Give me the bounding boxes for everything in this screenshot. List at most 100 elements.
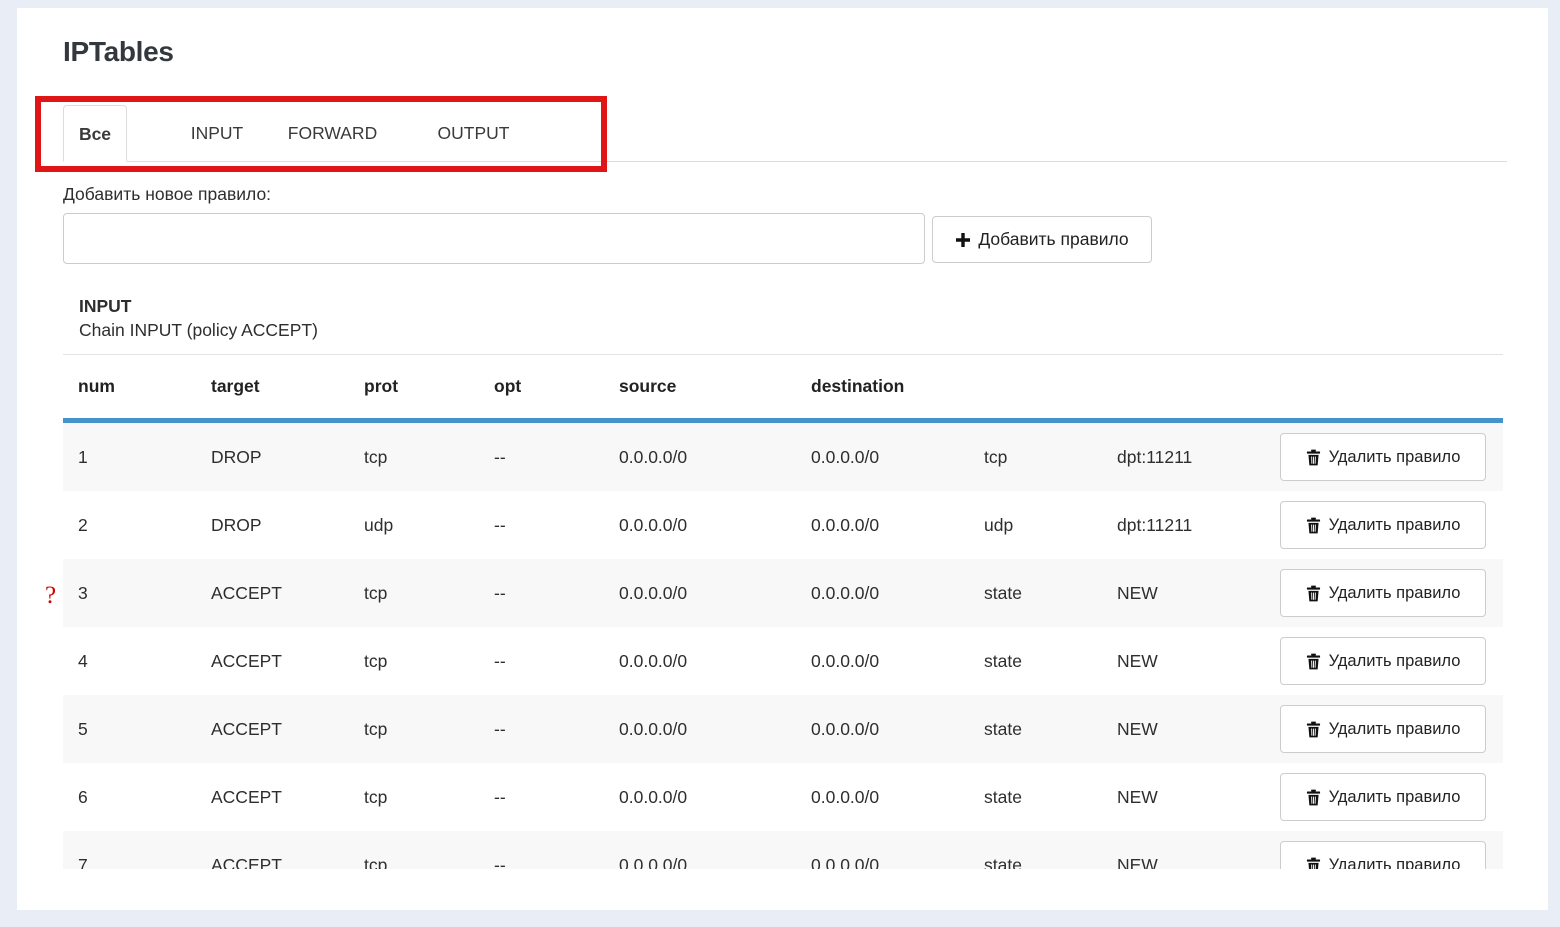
tab-forward[interactable]: FORWARD bbox=[287, 105, 378, 161]
cell-source: 0.0.0.0/0 bbox=[619, 787, 811, 808]
cell-opt: -- bbox=[494, 447, 619, 468]
cell-num: 6 bbox=[78, 787, 211, 808]
cell-num: 2 bbox=[78, 515, 211, 536]
cell-extra1: state bbox=[984, 719, 1117, 740]
new-rule-input[interactable] bbox=[63, 213, 925, 264]
cell-destination: 0.0.0.0/0 bbox=[811, 719, 984, 740]
cell-extra1: tcp bbox=[984, 447, 1117, 468]
iptables-card: IPTables Все INPUT FORWARD OUTPUT ? Доба… bbox=[17, 8, 1548, 910]
add-rule-button[interactable]: Добавить правило bbox=[932, 216, 1152, 263]
cell-target: DROP bbox=[211, 515, 364, 536]
cell-extra1: state bbox=[984, 787, 1117, 808]
table-row: 4 ACCEPT tcp -- 0.0.0.0/0 0.0.0.0/0 stat… bbox=[63, 627, 1503, 695]
cell-opt: -- bbox=[494, 787, 619, 808]
delete-rule-button-label: Удалить правило bbox=[1329, 448, 1461, 467]
cell-num: 5 bbox=[78, 719, 211, 740]
col-header-target: target bbox=[211, 376, 364, 397]
cell-opt: -- bbox=[494, 855, 619, 870]
cell-extra2: NEW bbox=[1117, 855, 1280, 870]
delete-rule-button[interactable]: Удалить правило bbox=[1280, 705, 1486, 753]
chain-policy: Chain INPUT (policy ACCEPT) bbox=[79, 318, 318, 342]
cell-target: ACCEPT bbox=[211, 583, 364, 604]
delete-rule-button[interactable]: Удалить правило bbox=[1280, 841, 1486, 869]
rules-table: num target prot opt source destination 1… bbox=[63, 354, 1503, 869]
cell-source: 0.0.0.0/0 bbox=[619, 447, 811, 468]
page-title: IPTables bbox=[63, 36, 174, 68]
cell-destination: 0.0.0.0/0 bbox=[811, 583, 984, 604]
col-header-destination: destination bbox=[811, 376, 984, 397]
trash-icon bbox=[1306, 857, 1321, 870]
col-header-num: num bbox=[78, 376, 211, 397]
cell-target: ACCEPT bbox=[211, 719, 364, 740]
trash-icon bbox=[1306, 653, 1321, 670]
trash-icon bbox=[1306, 585, 1321, 602]
tab-input[interactable]: INPUT bbox=[170, 105, 264, 161]
col-header-prot: prot bbox=[364, 376, 494, 397]
cell-opt: -- bbox=[494, 515, 619, 536]
chain-heading: INPUT Chain INPUT (policy ACCEPT) bbox=[79, 294, 318, 342]
tab-all[interactable]: Все bbox=[63, 105, 127, 162]
cell-extra2: NEW bbox=[1117, 651, 1280, 672]
cell-prot: udp bbox=[364, 515, 494, 536]
cell-extra1: state bbox=[984, 855, 1117, 870]
table-header-row: num target prot opt source destination bbox=[63, 355, 1503, 418]
cell-extra1: state bbox=[984, 651, 1117, 672]
tabs-bar: Все INPUT FORWARD OUTPUT bbox=[63, 105, 1507, 162]
add-rule-button-label: Добавить правило bbox=[978, 229, 1128, 250]
cell-prot: tcp bbox=[364, 787, 494, 808]
cell-target: ACCEPT bbox=[211, 855, 364, 870]
cell-prot: tcp bbox=[364, 447, 494, 468]
table-row: 6 ACCEPT tcp -- 0.0.0.0/0 0.0.0.0/0 stat… bbox=[63, 763, 1503, 831]
cell-extra2: NEW bbox=[1117, 583, 1280, 604]
page: { "page": { "title": "IPTables", "backgr… bbox=[0, 0, 1560, 927]
cell-source: 0.0.0.0/0 bbox=[619, 583, 811, 604]
cell-target: ACCEPT bbox=[211, 787, 364, 808]
cell-destination: 0.0.0.0/0 bbox=[811, 787, 984, 808]
delete-rule-button-label: Удалить правило bbox=[1329, 584, 1461, 603]
delete-rule-button[interactable]: Удалить правило bbox=[1280, 569, 1486, 617]
cell-extra2: NEW bbox=[1117, 787, 1280, 808]
table-row: 7 ACCEPT tcp -- 0.0.0.0/0 0.0.0.0/0 stat… bbox=[63, 831, 1503, 869]
cell-source: 0.0.0.0/0 bbox=[619, 515, 811, 536]
delete-rule-button-label: Удалить правило bbox=[1329, 652, 1461, 671]
delete-rule-button-label: Удалить правило bbox=[1329, 788, 1461, 807]
cell-num: 4 bbox=[78, 651, 211, 672]
chain-name: INPUT bbox=[79, 294, 318, 318]
trash-icon bbox=[1306, 449, 1321, 466]
cell-prot: tcp bbox=[364, 855, 494, 870]
cell-extra2: dpt:11211 bbox=[1117, 447, 1280, 468]
delete-rule-button[interactable]: Удалить правило bbox=[1280, 637, 1486, 685]
delete-rule-button[interactable]: Удалить правило bbox=[1280, 433, 1486, 481]
cell-target: DROP bbox=[211, 447, 364, 468]
table-row: 5 ACCEPT tcp -- 0.0.0.0/0 0.0.0.0/0 stat… bbox=[63, 695, 1503, 763]
plus-icon bbox=[955, 232, 971, 248]
table-row: 3 ACCEPT tcp -- 0.0.0.0/0 0.0.0.0/0 stat… bbox=[63, 559, 1503, 627]
cell-prot: tcp bbox=[364, 583, 494, 604]
cell-extra2: NEW bbox=[1117, 719, 1280, 740]
cell-opt: -- bbox=[494, 583, 619, 604]
trash-icon bbox=[1306, 789, 1321, 806]
delete-rule-button-label: Удалить правило bbox=[1329, 516, 1461, 535]
cell-destination: 0.0.0.0/0 bbox=[811, 447, 984, 468]
annotation-question-mark: ? bbox=[45, 582, 56, 610]
cell-opt: -- bbox=[494, 719, 619, 740]
table-row: 1 DROP tcp -- 0.0.0.0/0 0.0.0.0/0 tcp dp… bbox=[63, 423, 1503, 491]
cell-extra1: state bbox=[984, 583, 1117, 604]
cell-source: 0.0.0.0/0 bbox=[619, 719, 811, 740]
cell-prot: tcp bbox=[364, 651, 494, 672]
delete-rule-button[interactable]: Удалить правило bbox=[1280, 773, 1486, 821]
trash-icon bbox=[1306, 721, 1321, 738]
cell-source: 0.0.0.0/0 bbox=[619, 651, 811, 672]
col-header-source: source bbox=[619, 376, 811, 397]
cell-num: 3 bbox=[78, 583, 211, 604]
tab-output[interactable]: OUTPUT bbox=[437, 105, 510, 161]
table-row: 2 DROP udp -- 0.0.0.0/0 0.0.0.0/0 udp dp… bbox=[63, 491, 1503, 559]
cell-prot: tcp bbox=[364, 719, 494, 740]
cell-destination: 0.0.0.0/0 bbox=[811, 515, 984, 536]
col-header-opt: opt bbox=[494, 376, 619, 397]
cell-num: 1 bbox=[78, 447, 211, 468]
delete-rule-button-label: Удалить правило bbox=[1329, 856, 1461, 870]
cell-target: ACCEPT bbox=[211, 651, 364, 672]
delete-rule-button-label: Удалить правило bbox=[1329, 720, 1461, 739]
delete-rule-button[interactable]: Удалить правило bbox=[1280, 501, 1486, 549]
